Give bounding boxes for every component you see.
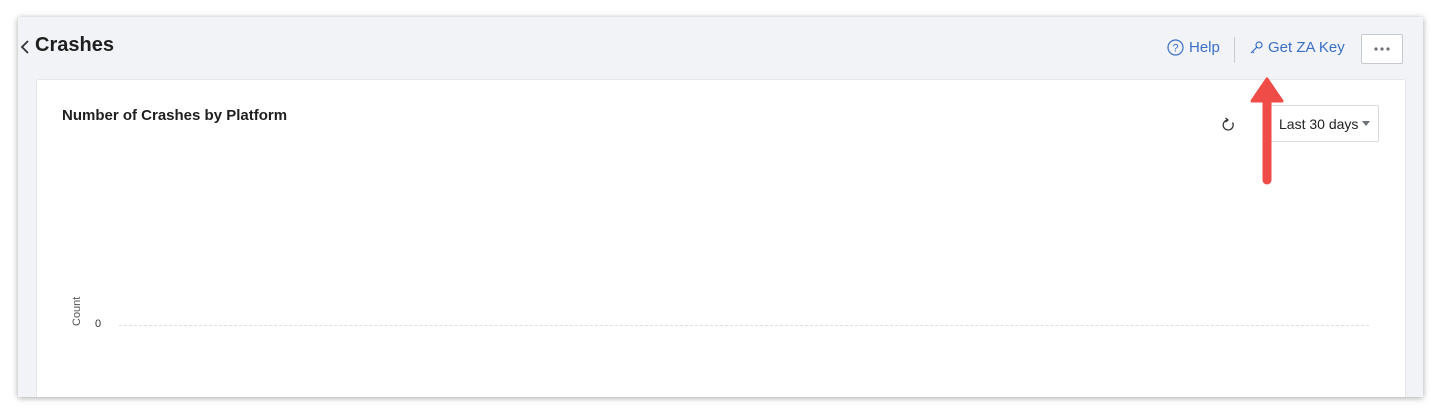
crashes-chart-card: Number of Crashes by Platform Last 30 da… — [36, 79, 1406, 397]
chevron-left-icon[interactable] — [20, 38, 30, 56]
key-icon — [1250, 41, 1263, 54]
help-link[interactable]: ? Help — [1167, 39, 1220, 56]
y-axis-title: Count — [71, 296, 83, 326]
help-label: Help — [1189, 39, 1220, 56]
get-za-key-label: Get ZA Key — [1268, 39, 1345, 56]
more-options-button[interactable] — [1361, 34, 1403, 64]
more-dots-icon — [1374, 47, 1390, 51]
date-range-value: Last 30 days — [1279, 115, 1359, 132]
page-header: Crashes ? Help Get ZA Key — [18, 17, 1423, 79]
zero-gridline — [119, 325, 1369, 326]
refresh-icon[interactable] — [1220, 117, 1236, 133]
chart-title: Number of Crashes by Platform — [62, 107, 288, 124]
caret-down-icon — [1362, 121, 1370, 126]
get-za-key-link[interactable]: Get ZA Key — [1249, 39, 1345, 56]
date-range-select[interactable]: Last 30 days — [1266, 105, 1379, 142]
y-tick-label: 0 — [95, 318, 102, 330]
header-divider — [1234, 37, 1235, 63]
page-title: Crashes — [35, 34, 114, 56]
crashes-window: Crashes ? Help Get ZA Key Number of Cras… — [18, 17, 1423, 397]
svg-text:?: ? — [1172, 43, 1178, 55]
help-circle-icon: ? — [1167, 39, 1184, 56]
